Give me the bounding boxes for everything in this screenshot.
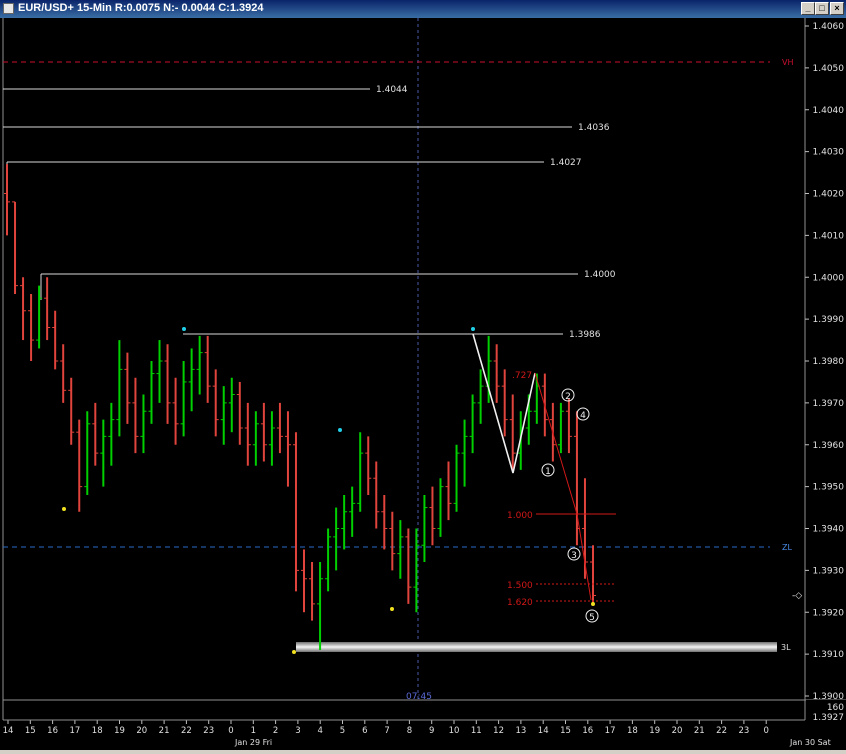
date-label-jan29: Jan 29 Fri bbox=[234, 738, 272, 747]
swing-low-dot bbox=[292, 650, 296, 654]
window-titlebar: EUR/USD+ 15-Min R:0.0075 N:- 0.0044 C:1.… bbox=[0, 0, 846, 18]
time-tick-label: 23 bbox=[738, 726, 749, 736]
price-tick-label: 1.4020 bbox=[813, 190, 845, 200]
date-label-jan30: Jan 30 Sat bbox=[789, 738, 831, 747]
readout-price: 1.3927 bbox=[813, 713, 845, 723]
price-tick-label: 1.4040 bbox=[813, 106, 845, 116]
time-tick-label: 14 bbox=[538, 726, 549, 736]
fib-label-1620: 1.620 bbox=[507, 598, 533, 608]
price-tick-label: 1.3970 bbox=[813, 399, 845, 409]
zl-label: ZL bbox=[782, 543, 792, 552]
chart-window-icon bbox=[3, 3, 14, 14]
level-label-14036: 1.4036 bbox=[578, 123, 610, 133]
time-tick-label: 21 bbox=[159, 726, 170, 736]
wave-4-label: 4 bbox=[580, 411, 586, 421]
time-tick-label: 18 bbox=[92, 726, 103, 736]
time-tick-label: 13 bbox=[515, 726, 526, 736]
time-tick-label: 14 bbox=[3, 726, 14, 736]
fib-label-1500: 1.500 bbox=[507, 581, 533, 591]
time-tick-label: 8 bbox=[407, 726, 412, 736]
price-tick-label: 1.4010 bbox=[813, 231, 845, 241]
price-tick-label: 1.3950 bbox=[813, 483, 845, 493]
time-tick-label: 4 bbox=[317, 726, 322, 736]
fib-label-1000: 1.000 bbox=[507, 511, 533, 521]
time-tick-label: 19 bbox=[649, 726, 660, 736]
readout-count: 160 bbox=[827, 703, 844, 713]
price-pointer-icon: -◇ bbox=[792, 591, 802, 601]
time-tick-label: 22 bbox=[716, 726, 727, 736]
time-tick-label: 16 bbox=[47, 726, 58, 736]
time-tick-label: 15 bbox=[25, 726, 36, 736]
time-tick-label: 2 bbox=[273, 726, 278, 736]
three-l-zone bbox=[296, 642, 777, 652]
vh-label: VH bbox=[782, 58, 794, 67]
price-tick-label: 1.3910 bbox=[813, 650, 845, 660]
price-tick-label: 1.4000 bbox=[813, 273, 845, 283]
crosshair-time-label: 07:45 bbox=[406, 692, 432, 702]
price-tick-label: 1.3960 bbox=[813, 441, 845, 451]
level-label-14044: 1.4044 bbox=[376, 85, 408, 95]
window-title: EUR/USD+ 15-Min R:0.0075 N:- 0.0044 C:1.… bbox=[18, 2, 264, 14]
price-tick-label: 1.3980 bbox=[813, 357, 845, 367]
price-tick-label: 1.4030 bbox=[813, 148, 845, 158]
level-label-14027: 1.4027 bbox=[550, 158, 582, 168]
wave-5-label: 5 bbox=[589, 613, 595, 623]
three-l-label: 3L bbox=[781, 643, 791, 652]
close-button[interactable]: × bbox=[830, 2, 844, 15]
wave-1-label: 1 bbox=[545, 467, 551, 477]
price-tick-label: 1.3920 bbox=[813, 608, 845, 618]
level-label-14000: 1.4000 bbox=[584, 270, 616, 280]
time-tick-label: 16 bbox=[582, 726, 593, 736]
maximize-button[interactable]: □ bbox=[815, 2, 829, 15]
swing-low-dot bbox=[62, 507, 66, 511]
wave-2-label: 2 bbox=[565, 392, 571, 402]
swing-high-dot bbox=[338, 428, 342, 432]
price-tick-label: 1.3930 bbox=[813, 566, 845, 576]
time-tick-label: 17 bbox=[69, 726, 80, 736]
time-tick-label: 0 bbox=[228, 726, 233, 736]
time-tick-label: 5 bbox=[340, 726, 345, 736]
wave-3-label: 3 bbox=[571, 551, 577, 561]
time-tick-label: 0 bbox=[763, 726, 768, 736]
time-tick-label: 22 bbox=[181, 726, 192, 736]
price-tick-label: 1.4060 bbox=[813, 22, 845, 32]
time-tick-label: 11 bbox=[471, 726, 482, 736]
time-tick-label: 21 bbox=[694, 726, 705, 736]
minimize-button[interactable]: _ bbox=[801, 2, 815, 15]
level-label-13986: 1.3986 bbox=[569, 330, 601, 340]
time-tick-label: 20 bbox=[672, 726, 683, 736]
price-tick-label: 1.4050 bbox=[813, 64, 845, 74]
swing-high-dot bbox=[182, 327, 186, 331]
time-tick-label: 19 bbox=[114, 726, 125, 736]
time-tick-label: 23 bbox=[203, 726, 214, 736]
time-tick-label: 20 bbox=[136, 726, 147, 736]
price-tick-label: 1.3940 bbox=[813, 525, 845, 535]
time-tick-label: 3 bbox=[295, 726, 300, 736]
time-tick-label: 15 bbox=[560, 726, 571, 736]
time-tick-label: 18 bbox=[627, 726, 638, 736]
swing-low-dot bbox=[390, 607, 394, 611]
chart-area[interactable]: 1.4060 1.4050 1.4040 1.4030 1.4020 1.4010 1.40… bbox=[0, 18, 846, 750]
price-tick-label: 1.3990 bbox=[813, 315, 845, 325]
time-tick-label: 17 bbox=[605, 726, 616, 736]
swing-high-dot bbox=[471, 327, 475, 331]
time-tick-label: 9 bbox=[429, 726, 434, 736]
swing-low-dot bbox=[591, 602, 595, 606]
time-tick-label: 10 bbox=[449, 726, 460, 736]
time-tick-label: 7 bbox=[384, 726, 389, 736]
time-tick-label: 1 bbox=[251, 726, 256, 736]
fib-label-727: .727 bbox=[512, 371, 532, 381]
time-tick-label: 12 bbox=[493, 726, 504, 736]
time-tick-label: 6 bbox=[362, 726, 367, 736]
